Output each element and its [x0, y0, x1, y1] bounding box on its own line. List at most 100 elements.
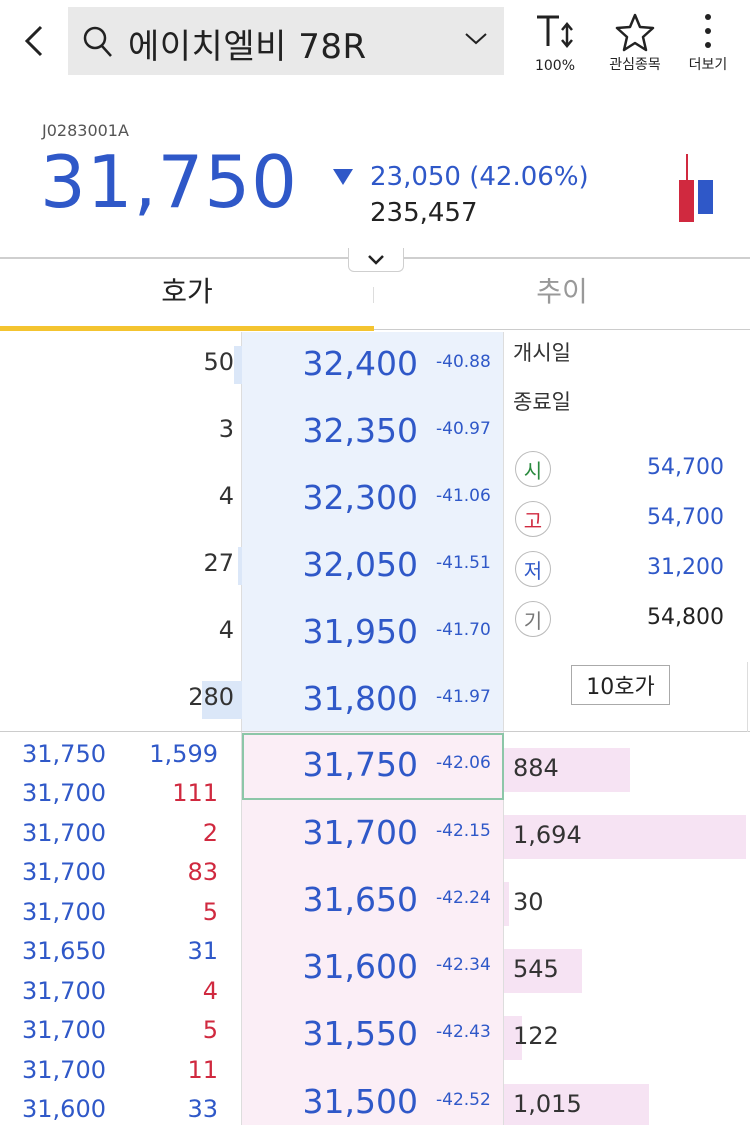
bid-price: 31,550: [302, 1014, 418, 1053]
tick-price: 31,700: [22, 1056, 106, 1084]
tab-trend[interactable]: 추이: [375, 270, 749, 330]
bid-qty: 545: [513, 955, 559, 983]
tick-qty: 11: [187, 1056, 218, 1084]
high-value: 54,700: [647, 505, 724, 530]
ask-pct: -41.97: [436, 687, 491, 707]
tick-row: 31,650 31: [0, 933, 240, 972]
ask-price: 31,950: [302, 612, 418, 651]
text-size-icon: [537, 15, 573, 48]
tick-qty: 5: [202, 1016, 218, 1044]
font-size-button[interactable]: 100%: [520, 8, 590, 78]
ask-row[interactable]: 3 32,350 -40.97: [0, 399, 504, 466]
tab-underline: [374, 329, 750, 330]
ask-qty: 280: [188, 683, 234, 711]
open-badge: 시: [515, 451, 551, 487]
ask-row[interactable]: 50 32,400 -40.88: [0, 332, 504, 399]
bid-qty: 884: [513, 754, 559, 782]
expiry-date-label: 종료일: [513, 390, 571, 414]
tab-separator: [373, 287, 374, 303]
ten-levels-button[interactable]: 10호가: [571, 665, 670, 705]
ask-price: 32,400: [302, 344, 418, 383]
bid-price: 31,700: [302, 813, 418, 852]
bid-row[interactable]: 31,550 -42.43: [242, 1002, 504, 1069]
tick-price: 31,700: [22, 898, 106, 926]
ask-row[interactable]: 280 31,800 -41.97: [0, 667, 504, 734]
bid-row[interactable]: 31,600 -42.34: [242, 935, 504, 1002]
collapse-toggle[interactable]: [348, 248, 404, 272]
bid-qty: 122: [513, 1022, 559, 1050]
ask-pct: -41.70: [436, 620, 491, 640]
ask-row[interactable]: 4 32,300 -41.06: [0, 466, 504, 533]
ask-pct: -40.97: [436, 419, 491, 439]
tick-price: 31,700: [22, 977, 106, 1005]
high-badge: 고: [515, 501, 551, 537]
bid-qty-cell: 1,694: [504, 803, 750, 870]
bid-qty: 1,015: [513, 1090, 582, 1118]
ask-price: 32,300: [302, 478, 418, 517]
base-badge: 기: [515, 601, 551, 637]
candle-chart-icon[interactable]: [676, 152, 716, 224]
bid-row-current[interactable]: 31,750 -42.06: [242, 733, 504, 800]
listing-date-label: 개시일: [513, 341, 571, 365]
ask-price: 31,800: [302, 679, 418, 718]
stock-search-box[interactable]: 에이치엘비 78R: [68, 7, 504, 75]
order-book: 50 32,400 -40.88 3 32,350 -40.97 4 32,30…: [0, 332, 750, 1125]
tick-qty: 111: [172, 779, 218, 807]
bid-qty: 1,694: [513, 821, 582, 849]
ask-qty: 4: [218, 482, 234, 510]
tab-orderbook[interactable]: 호가: [0, 270, 374, 330]
tick-price: 31,700: [22, 1016, 106, 1044]
down-triangle-icon: [333, 169, 353, 185]
more-label: 더보기: [688, 57, 728, 73]
back-button[interactable]: [14, 18, 54, 64]
tick-row: 31,700 2: [0, 815, 240, 854]
bid-pct: -42.24: [436, 888, 491, 908]
tick-qty: 5: [202, 898, 218, 926]
bid-row[interactable]: 31,500 -42.52: [242, 1070, 504, 1125]
bid-qty-cell: 1,015: [504, 1072, 750, 1125]
active-tab-indicator: [0, 326, 374, 331]
price-change: 23,050 (42.06%): [370, 162, 589, 192]
tick-price: 31,700: [22, 858, 106, 886]
bid-row[interactable]: 31,650 -42.24: [242, 868, 504, 935]
more-button[interactable]: 더보기: [673, 8, 743, 78]
ask-qty-bar: [234, 346, 242, 384]
bid-pct: -42.06: [436, 753, 491, 773]
ask-price: 32,350: [302, 411, 418, 450]
ask-pct: -40.88: [436, 352, 491, 372]
tick-qty: 83: [187, 858, 218, 886]
tick-row: 31,700 83: [0, 854, 240, 893]
bid-pct: -42.15: [436, 821, 491, 841]
bid-price: 31,500: [302, 1082, 418, 1121]
bid-qty-cell: 122: [504, 1004, 750, 1071]
tick-row: 31,600 33: [0, 1091, 240, 1125]
current-price: 31,750: [40, 140, 298, 224]
font-size-label: 100%: [534, 58, 576, 74]
search-icon: [83, 26, 112, 57]
tick-qty: 31: [187, 937, 218, 965]
tick-price: 31,700: [22, 819, 106, 847]
tick-row: 31,750 1,599: [0, 736, 240, 775]
watchlist-button[interactable]: 관심종목: [600, 8, 670, 78]
tick-qty: 4: [202, 977, 218, 1005]
ask-price: 32,050: [302, 545, 418, 584]
bid-row[interactable]: 31,700 -42.15: [242, 801, 504, 868]
base-value: 54,800: [647, 605, 724, 630]
tick-price: 31,650: [22, 937, 106, 965]
ask-row[interactable]: 4 31,950 -41.70: [0, 600, 504, 667]
tick-price: 31,600: [22, 1095, 106, 1123]
stock-code: J0283001A: [42, 121, 129, 140]
tick-qty: 2: [202, 819, 218, 847]
bid-price: 31,600: [302, 947, 418, 986]
tick-qty: 1,599: [149, 740, 218, 768]
tick-price: 31,750: [22, 740, 106, 768]
bid-qty-cell: 545: [504, 937, 750, 1004]
ask-pct: -41.51: [436, 553, 491, 573]
ask-qty: 50: [203, 348, 234, 376]
divider: [747, 662, 748, 732]
bid-price: 31,650: [302, 880, 418, 919]
watchlist-label: 관심종목: [609, 57, 661, 73]
ask-pct: -41.06: [436, 486, 491, 506]
ask-qty: 3: [218, 415, 234, 443]
ask-row[interactable]: 27 32,050 -41.51: [0, 533, 504, 600]
